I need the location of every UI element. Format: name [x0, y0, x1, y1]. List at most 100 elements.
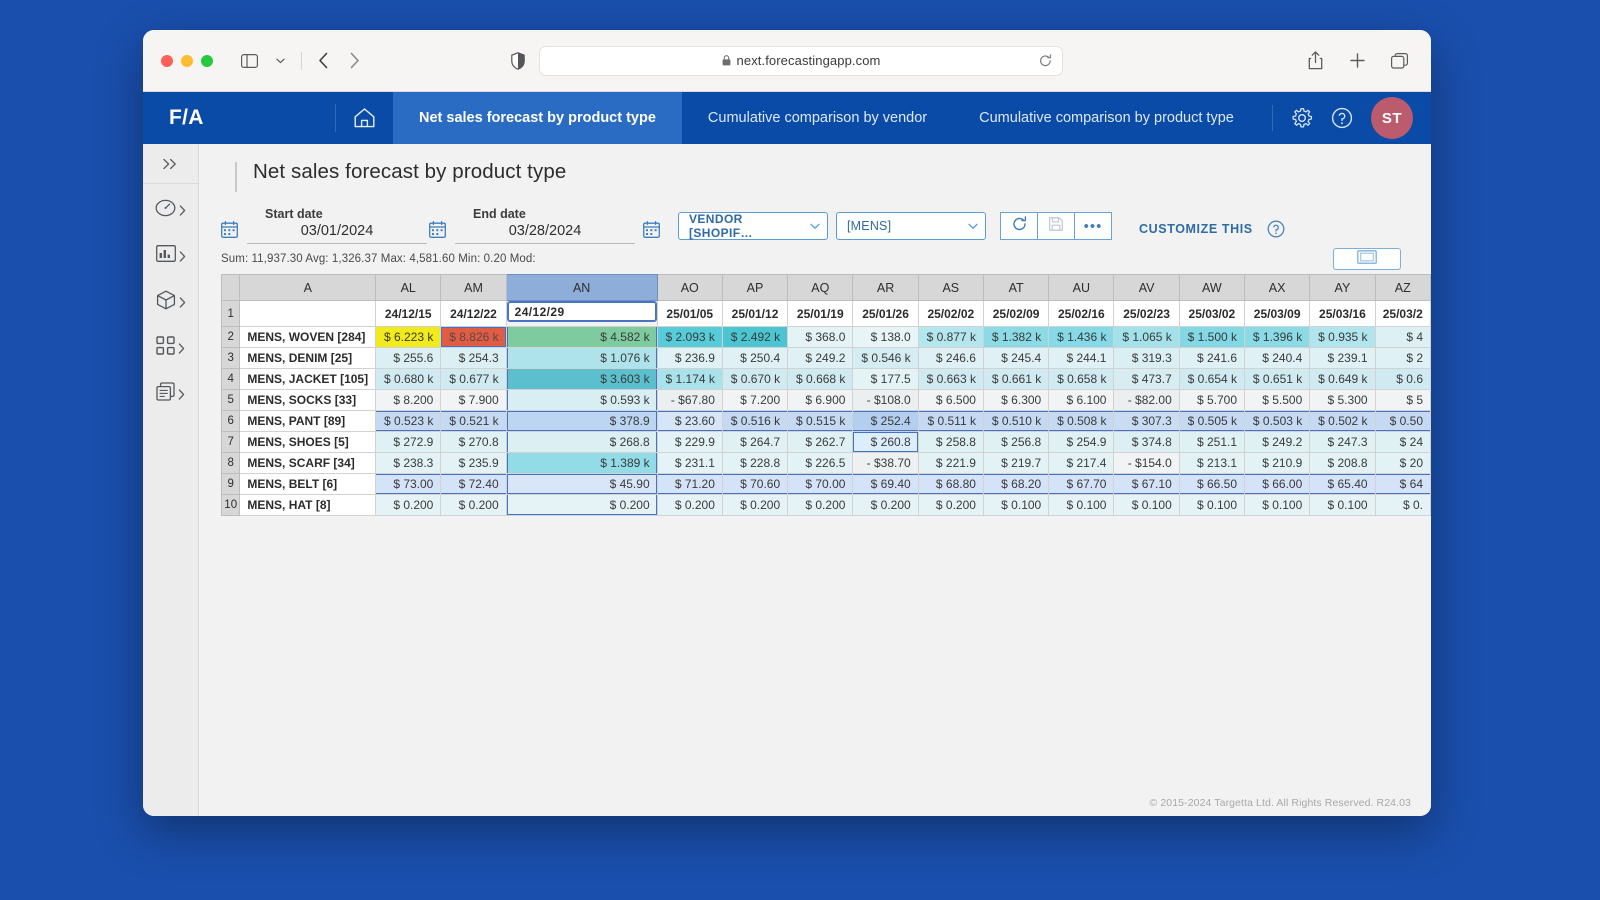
cell-AN9[interactable]: $ 45.90	[506, 474, 657, 495]
cell-AN1[interactable]: 24/12/29	[507, 301, 657, 322]
cell-AU6[interactable]: $ 0.508 k	[1049, 411, 1114, 432]
col-header-AL[interactable]: AL	[376, 275, 441, 301]
cell-AX1[interactable]: 25/03/09	[1245, 301, 1310, 327]
cell-AQ6[interactable]: $ 0.515 k	[788, 411, 853, 432]
cell-AR8[interactable]: - $38.70	[853, 453, 918, 474]
cell-AZ5[interactable]: $ 5	[1375, 390, 1430, 411]
cell-AU1[interactable]: 25/02/16	[1049, 301, 1114, 327]
help-circle-icon[interactable]	[1331, 107, 1353, 129]
cell-AY7[interactable]: $ 247.3	[1310, 432, 1375, 453]
cell-AL2[interactable]: $ 6.223 k	[376, 327, 441, 348]
col-header-AY[interactable]: AY	[1310, 275, 1375, 301]
cell-AO1[interactable]: 25/01/05	[657, 301, 722, 327]
end-date-field[interactable]: End date 03/28/2024	[455, 207, 635, 244]
gear-icon[interactable]	[1291, 107, 1313, 129]
cell-AU8[interactable]: $ 217.4	[1049, 453, 1114, 474]
cell-AY10[interactable]: $ 0.100	[1310, 495, 1375, 516]
cell-AS1[interactable]: 25/02/02	[918, 301, 983, 327]
row-header-10[interactable]: 10	[222, 495, 240, 516]
row-header-3[interactable]: 3	[222, 348, 240, 369]
row-label-hat[interactable]: MENS, HAT [8]	[240, 495, 376, 516]
cell-AR3[interactable]: $ 0.546 k	[853, 348, 918, 369]
cell-AZ3[interactable]: $ 2	[1375, 348, 1430, 369]
cell-AR10[interactable]: $ 0.200	[853, 495, 918, 516]
product-select[interactable]: [MENS]	[836, 212, 986, 240]
row-header-7[interactable]: 7	[222, 432, 240, 453]
cell-AS6[interactable]: $ 0.511 k	[918, 411, 983, 432]
cell-AU4[interactable]: $ 0.658 k	[1049, 369, 1114, 390]
sidebar-item-apps[interactable]	[143, 328, 198, 368]
row-label-pant[interactable]: MENS, PANT [89]	[240, 411, 376, 432]
col-header-AS[interactable]: AS	[918, 275, 983, 301]
cell-AS2[interactable]: $ 0.877 k	[918, 327, 983, 348]
cell-AO8[interactable]: $ 231.1	[657, 453, 722, 474]
cell-AP5[interactable]: $ 7.200	[722, 390, 787, 411]
col-header-AM[interactable]: AM	[441, 275, 506, 301]
cell-AR6[interactable]: $ 252.4	[853, 411, 918, 432]
minimize-window-button[interactable]	[181, 55, 193, 67]
cell-AU10[interactable]: $ 0.100	[1049, 495, 1114, 516]
cell-AO10[interactable]: $ 0.200	[657, 495, 722, 516]
cell-AT5[interactable]: $ 6.300	[983, 390, 1048, 411]
cell-AN8[interactable]: $ 1.389 k	[506, 453, 657, 474]
row-label-socks[interactable]: MENS, SOCKS [33]	[240, 390, 376, 411]
cell-AL6[interactable]: $ 0.523 k	[376, 411, 441, 432]
cell-AS3[interactable]: $ 246.6	[918, 348, 983, 369]
close-window-button[interactable]	[161, 55, 173, 67]
col-header-AO[interactable]: AO	[657, 275, 722, 301]
cell-AU2[interactable]: $ 1.436 k	[1049, 327, 1114, 348]
cell-AQ3[interactable]: $ 249.2	[788, 348, 853, 369]
row-header-1[interactable]: 1	[222, 301, 240, 327]
avatar[interactable]: ST	[1371, 97, 1413, 139]
grid-corner-cell[interactable]	[222, 275, 240, 301]
cell-A1[interactable]	[240, 301, 376, 327]
calendar-icon[interactable]	[429, 221, 446, 238]
row-label-woven[interactable]: MENS, WOVEN [284]	[240, 327, 376, 348]
cell-AQ4[interactable]: $ 0.668 k	[788, 369, 853, 390]
col-header-AW[interactable]: AW	[1179, 275, 1244, 301]
sidebar-toggle-icon[interactable]	[235, 48, 263, 74]
customize-this-link[interactable]: CUSTOMIZE THIS	[1139, 222, 1253, 236]
cell-AP10[interactable]: $ 0.200	[722, 495, 787, 516]
cell-AV2[interactable]: $ 1.065 k	[1114, 327, 1179, 348]
cell-AY2[interactable]: $ 0.935 k	[1310, 327, 1375, 348]
col-header-AN[interactable]: AN	[506, 275, 657, 301]
cell-AR4[interactable]: $ 177.5	[853, 369, 918, 390]
cell-AM6[interactable]: $ 0.521 k	[441, 411, 506, 432]
cell-AT7[interactable]: $ 256.8	[983, 432, 1048, 453]
cell-AN10[interactable]: $ 0.200	[506, 495, 657, 516]
cell-AX3[interactable]: $ 240.4	[1245, 348, 1310, 369]
col-header-AR[interactable]: AR	[853, 275, 918, 301]
cell-AP7[interactable]: $ 264.7	[722, 432, 787, 453]
save-button[interactable]	[1037, 212, 1075, 240]
calendar-icon[interactable]	[643, 221, 660, 238]
cell-AW7[interactable]: $ 251.1	[1179, 432, 1244, 453]
sidebar-item-dashboard[interactable]	[143, 190, 198, 230]
cell-AW9[interactable]: $ 66.50	[1179, 474, 1244, 495]
cell-AL5[interactable]: $ 8.200	[376, 390, 441, 411]
sidebar-item-reports[interactable]	[143, 236, 198, 276]
cell-AZ2[interactable]: $ 4	[1375, 327, 1430, 348]
cell-AM3[interactable]: $ 254.3	[441, 348, 506, 369]
cell-AP2[interactable]: $ 2.492 k	[722, 327, 787, 348]
sidebar-item-products[interactable]	[143, 282, 198, 322]
sidebar-dropdown-chevron-icon[interactable]	[266, 48, 294, 74]
col-header-AP[interactable]: AP	[722, 275, 787, 301]
cell-AM10[interactable]: $ 0.200	[441, 495, 506, 516]
more-options-button[interactable]: •••	[1074, 212, 1112, 240]
cell-AM1[interactable]: 24/12/22	[441, 301, 506, 327]
cell-AM2[interactable]: $ 8.826 k	[441, 327, 506, 348]
cell-AS4[interactable]: $ 0.663 k	[918, 369, 983, 390]
cell-AM4[interactable]: $ 0.677 k	[441, 369, 506, 390]
cell-AO7[interactable]: $ 229.9	[657, 432, 722, 453]
cell-AQ7[interactable]: $ 262.7	[788, 432, 853, 453]
cell-AL3[interactable]: $ 255.6	[376, 348, 441, 369]
start-date-field[interactable]: Start date 03/01/2024	[247, 207, 427, 244]
cell-AS10[interactable]: $ 0.200	[918, 495, 983, 516]
cell-AX10[interactable]: $ 0.100	[1245, 495, 1310, 516]
cell-AY4[interactable]: $ 0.649 k	[1310, 369, 1375, 390]
cell-AU7[interactable]: $ 254.9	[1049, 432, 1114, 453]
cell-AX5[interactable]: $ 5.500	[1245, 390, 1310, 411]
maximize-window-button[interactable]	[201, 55, 213, 67]
cell-AZ4[interactable]: $ 0.6	[1375, 369, 1430, 390]
